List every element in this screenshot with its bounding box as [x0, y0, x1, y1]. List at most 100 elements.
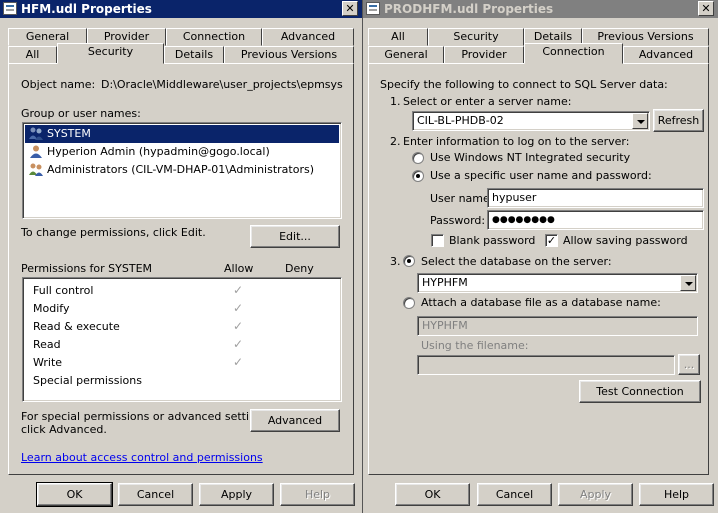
attach-database-label: Attach a database file as a database nam… [421, 296, 661, 309]
apply-button[interactable]: Apply [199, 483, 274, 506]
username-field[interactable]: hypuser [487, 188, 704, 208]
close-button[interactable]: ✕ [342, 1, 358, 16]
allow-check-icon: ✓ [233, 283, 244, 297]
user-name: SYSTEM [47, 127, 91, 140]
change-permissions-text: To change permissions, click Edit. [21, 226, 206, 239]
allow-saving-label: Allow saving password [563, 234, 688, 247]
permission-name: Read & execute [33, 320, 120, 333]
user-icon [29, 145, 43, 158]
tab-connection[interactable]: Connection [166, 28, 262, 46]
learn-more-link[interactable]: Learn about access control and permissio… [21, 451, 263, 464]
window-title: HFM.udl Properties [21, 2, 152, 16]
list-item[interactable]: Hyperion Admin (hypadmin@gogo.local) [25, 143, 339, 161]
attach-database-radio[interactable] [403, 297, 415, 309]
server-name-label: Select or enter a server name: [403, 95, 572, 108]
attach-name-value: HYPHFM [422, 319, 468, 332]
user-name: Administrators (CIL-VM-DHAP-01\Administr… [47, 163, 315, 176]
allow-saving-checkbox[interactable]: ✓ [545, 234, 558, 247]
list-item[interactable]: SYSTEM [25, 125, 339, 143]
nt-security-label: Use Windows NT Integrated security [430, 151, 631, 164]
specific-user-radio[interactable] [412, 170, 424, 182]
filename-field [417, 355, 675, 375]
attach-name-field: HYPHFM [417, 316, 698, 336]
edit-button[interactable]: Edit... [250, 225, 340, 248]
tab-provider[interactable]: Provider [444, 46, 524, 64]
browse-button: ... [678, 354, 700, 375]
prodhfm-properties-dialog: PRODHFM.udl Properties ✕ All Security De… [363, 0, 718, 513]
allow-check-icon: ✓ [233, 337, 244, 351]
username-label: User name: [430, 192, 494, 205]
filename-label: Using the filename: [421, 339, 529, 352]
chevron-down-icon[interactable] [680, 275, 696, 291]
object-name-value: D:\Oracle\Middleware\user_projects\epmsy… [101, 78, 343, 91]
tab-previous-versions[interactable]: Previous Versions [224, 46, 354, 64]
test-connection-button[interactable]: Test Connection [579, 380, 701, 403]
title-bar[interactable]: PRODHFM.udl Properties ✕ [363, 0, 718, 18]
chevron-down-icon[interactable] [632, 113, 648, 129]
tab-advanced[interactable]: Advanced [262, 28, 354, 46]
cancel-button[interactable]: Cancel [477, 483, 552, 506]
permissions-header: Permissions for SYSTEM [21, 262, 153, 275]
refresh-button[interactable]: Refresh [653, 109, 704, 132]
apply-button: Apply [558, 483, 633, 506]
security-tab-panel: Object name: D:\Oracle\Middleware\user_p… [8, 63, 354, 475]
ok-button[interactable]: OK [395, 483, 470, 506]
users-list[interactable]: SYSTEM Hyperion Admin (hypadmin@gogo.loc… [22, 122, 342, 219]
password-value: ●●●●●●●● [492, 215, 555, 225]
allow-check-icon: ✓ [233, 355, 244, 369]
group-users-label: Group or user names: [21, 107, 141, 120]
special-permissions-text-2: click Advanced. [21, 423, 107, 436]
udl-file-icon [3, 2, 17, 15]
allow-check-icon: ✓ [233, 301, 244, 315]
help-button[interactable]: Help [639, 483, 714, 506]
ok-button[interactable]: OK [36, 482, 113, 507]
close-button[interactable]: ✕ [698, 1, 714, 16]
server-name-combo[interactable]: CIL-BL-PHDB-02 [412, 111, 650, 131]
deny-header: Deny [285, 262, 314, 275]
step1-number: 1. [390, 95, 401, 108]
window-title: PRODHFM.udl Properties [384, 2, 554, 16]
tab-connection[interactable]: Connection [524, 43, 623, 64]
help-button: Help [280, 483, 355, 506]
advanced-button[interactable]: Advanced [250, 409, 340, 432]
select-database-radio[interactable] [403, 255, 415, 267]
logon-label: Enter information to log on to the serve… [403, 135, 630, 148]
permissions-list: Full control ✓ Modify ✓ Read & execute ✓… [22, 277, 342, 402]
step2-number: 2. [390, 135, 401, 148]
intro-text: Specify the following to connect to SQL … [380, 78, 668, 91]
allow-check-icon: ✓ [233, 319, 244, 333]
hfm-properties-dialog: HFM.udl Properties ✕ General Provider Co… [0, 0, 362, 513]
username-value: hypuser [492, 191, 537, 204]
special-permissions-text: For special permissions or advanced sett… [21, 410, 273, 423]
list-item[interactable]: Administrators (CIL-VM-DHAP-01\Administr… [25, 161, 339, 179]
permission-name: Modify [33, 302, 70, 315]
nt-security-radio[interactable] [412, 152, 424, 164]
select-database-label: Select the database on the server: [421, 255, 612, 268]
server-name-value: CIL-BL-PHDB-02 [417, 114, 504, 127]
permission-name: Write [33, 356, 63, 369]
permission-name: Full control [33, 284, 94, 297]
allow-header: Allow [224, 262, 254, 275]
specific-user-label: Use a specific user name and password: [430, 169, 652, 182]
cancel-button[interactable]: Cancel [118, 483, 193, 506]
tab-all[interactable]: All [8, 46, 57, 64]
udl-file-icon [366, 2, 380, 15]
step3-number: 3. [390, 255, 401, 268]
users-group-icon [29, 163, 43, 176]
password-field[interactable]: ●●●●●●●● [487, 210, 704, 230]
tab-general[interactable]: General [368, 46, 444, 64]
blank-password-checkbox[interactable] [431, 234, 444, 247]
tab-advanced[interactable]: Advanced [623, 46, 709, 64]
tab-security[interactable]: Security [428, 28, 524, 46]
title-bar[interactable]: HFM.udl Properties ✕ [0, 0, 362, 18]
blank-password-label: Blank password [449, 234, 536, 247]
user-name: Hyperion Admin (hypadmin@gogo.local) [47, 145, 270, 158]
permission-name: Read [33, 338, 61, 351]
tab-details[interactable]: Details [164, 46, 224, 64]
database-value: HYPHFM [422, 276, 468, 289]
permission-name: Special permissions [33, 374, 142, 387]
database-combo[interactable]: HYPHFM [417, 273, 698, 293]
tab-security[interactable]: Security [57, 43, 164, 64]
connection-tab-panel: Specify the following to connect to SQL … [368, 63, 709, 475]
tab-all[interactable]: All [368, 28, 428, 46]
